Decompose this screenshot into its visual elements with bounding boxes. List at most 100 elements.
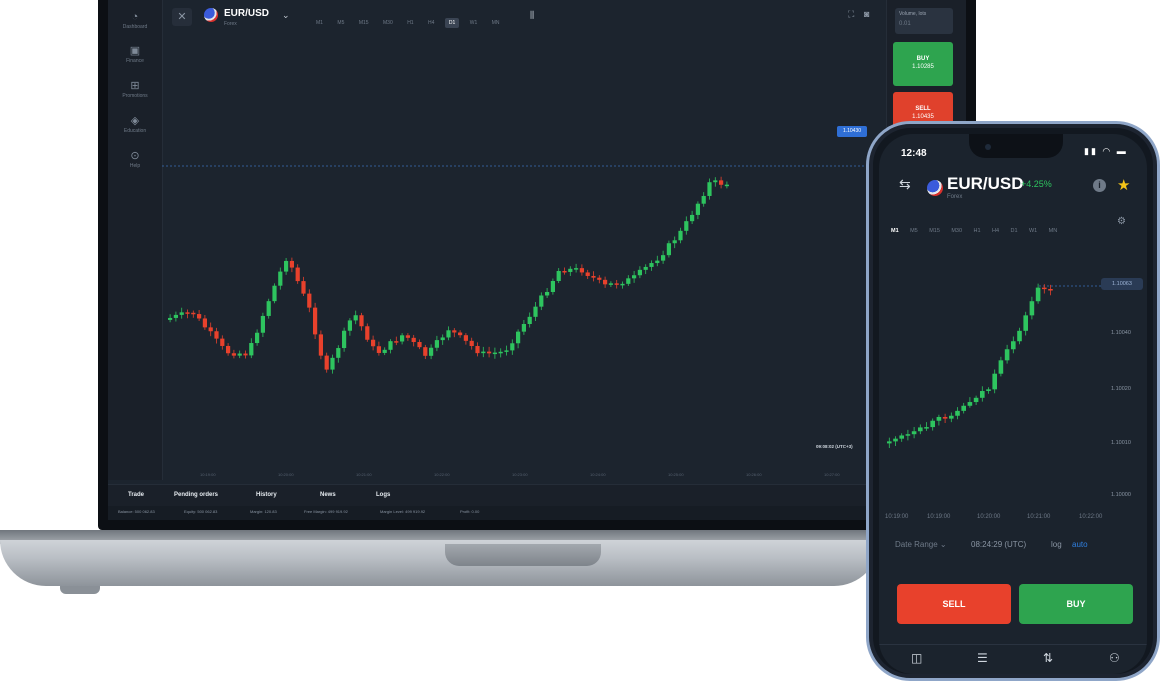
candle-body	[440, 337, 445, 341]
timeframe-h4[interactable]: H4	[992, 228, 999, 234]
candle-body	[603, 279, 608, 285]
nav-item-dashboard[interactable]: ◔ Dashboard	[108, 10, 162, 30]
profile-icon[interactable]: ⚇	[1109, 651, 1120, 665]
nav-item-help[interactable]: ⊙ Help	[108, 149, 162, 169]
candle-body	[173, 314, 178, 318]
timeframe-d1[interactable]: D1	[1010, 228, 1017, 234]
candle-body	[388, 341, 393, 350]
timeframe-w1[interactable]: W1	[466, 18, 482, 28]
timeframe-h1[interactable]: H1	[974, 228, 981, 234]
candle-body	[463, 335, 468, 341]
candle-body	[626, 278, 631, 284]
orders-icon[interactable]: ☰	[977, 651, 988, 665]
volume-field[interactable]: Volume, lots 0.01	[895, 8, 953, 34]
laptop-screen-bezel: ◔ Dashboard ▣ Finance ⊞ Promotions ◈ Edu…	[98, 0, 976, 530]
signal-wifi-battery-icon: ▮▮ ◠ ▬	[1084, 146, 1128, 156]
nav-label: Help	[129, 163, 141, 169]
close-chart-button[interactable]: ✕	[172, 8, 192, 26]
tab-pending-orders[interactable]: Pending orders	[174, 492, 218, 498]
chart-clock: 08:24:29 (UTC)	[971, 540, 1027, 549]
candle-body	[672, 240, 677, 244]
timeframe-m1[interactable]: M1	[312, 18, 327, 28]
candle-body	[936, 416, 942, 421]
dashboard-icon: ◔	[131, 11, 139, 23]
candle-body	[394, 341, 399, 343]
price-axis-label: 1.10040	[1111, 330, 1131, 336]
nav-item-promotions[interactable]: ⊞ Promotions	[108, 79, 162, 99]
timeframe-m1[interactable]: M1	[891, 228, 899, 234]
buy-button[interactable]: BUY 1.10285	[893, 42, 953, 86]
timeframe-mn[interactable]: MN	[1049, 228, 1058, 234]
timeframe-selector: M1 M5 M15 M30 H1 H4 D1 W1 MN	[891, 219, 1141, 237]
candle-body	[949, 415, 954, 419]
log-toggle[interactable]: log	[1051, 540, 1062, 549]
promotions-icon: ⊞	[130, 80, 140, 92]
candle-body	[260, 315, 265, 333]
profit: Profit: 0.00	[460, 509, 480, 514]
tab-history[interactable]: History	[256, 492, 277, 498]
timeframe-h1[interactable]: H1	[403, 18, 417, 28]
price-axis-label: 1.10020	[1111, 386, 1131, 392]
timeframe-m30[interactable]: M30	[951, 228, 962, 234]
auto-toggle[interactable]: auto	[1072, 540, 1088, 549]
tab-trade[interactable]: Trade	[128, 492, 144, 498]
timeframe-d1[interactable]: D1	[444, 18, 460, 28]
pair-name[interactable]: EUR/USD	[224, 8, 269, 19]
trade-icon[interactable]: ⇅	[1043, 651, 1053, 665]
candle-body	[284, 260, 289, 272]
account-status-bar: Balance: 500 062.83 Equity: 500 062.83 M…	[108, 506, 966, 520]
swap-icon[interactable]: ⇆	[899, 176, 911, 193]
sell-button[interactable]: SELL	[897, 584, 1011, 624]
candle-body	[487, 351, 492, 354]
candle-body	[533, 306, 538, 317]
laptop-thumb-notch	[445, 544, 601, 566]
equity: Equity: 500 062.83	[184, 509, 218, 514]
price-change: +4.25%	[1021, 179, 1052, 189]
timeframe-mn[interactable]: MN	[488, 18, 504, 28]
nav-item-finance[interactable]: ▣ Finance	[108, 44, 162, 64]
time-tick: 10:24:00	[590, 472, 606, 477]
candle-body	[637, 269, 642, 276]
pair-name[interactable]: EUR/USD	[947, 174, 1024, 194]
candle-body	[458, 332, 463, 336]
candle-body	[661, 255, 666, 261]
chart-icon[interactable]: ◫	[911, 651, 922, 665]
timeframe-w1[interactable]: W1	[1029, 228, 1037, 234]
timeframe-m15[interactable]: M15	[929, 228, 940, 234]
tab-news[interactable]: News	[320, 492, 336, 498]
candle-body	[942, 416, 948, 419]
candle-body	[924, 427, 929, 429]
timeframe-m30[interactable]: M30	[379, 18, 397, 28]
chevron-down-icon[interactable]: ⌄	[282, 10, 290, 21]
time-tick: 10:21:00	[1027, 514, 1051, 520]
candle-body	[655, 260, 660, 264]
info-icon[interactable]: i	[1093, 179, 1106, 192]
candle-body	[568, 268, 573, 272]
candle-body	[550, 280, 555, 292]
candle-body	[690, 214, 695, 222]
candle-body	[585, 272, 590, 276]
current-price-tag: 1.10430	[837, 126, 867, 137]
price-chart[interactable]: 1.10600 1.10400 1.10200 09:08:02 (UTC+3)…	[162, 34, 917, 500]
candle-body	[231, 353, 236, 356]
candles-icon[interactable]: ⫼	[530, 10, 534, 21]
candle-body	[539, 295, 544, 307]
expand-icon[interactable]: ⛶	[848, 9, 854, 20]
education-icon: ◈	[130, 115, 140, 127]
timeframe-h4[interactable]: H4	[424, 18, 438, 28]
tab-logs[interactable]: Logs	[376, 492, 390, 498]
candle-body	[545, 291, 550, 296]
star-icon[interactable]: ★	[1117, 176, 1130, 194]
timeframe-m15[interactable]: M15	[355, 18, 373, 28]
timeframe-m5[interactable]: M5	[910, 228, 918, 234]
timeframe-m5[interactable]: M5	[333, 18, 348, 28]
candle-body	[347, 320, 352, 331]
buy-button[interactable]: BUY	[1019, 584, 1133, 624]
nav-item-education[interactable]: ◈ Education	[108, 114, 162, 134]
candle-body	[574, 268, 579, 270]
date-range-dropdown[interactable]: Date Range ⌄	[895, 540, 947, 549]
candle-body	[272, 285, 277, 302]
candle-body	[220, 338, 225, 346]
camera-icon[interactable]: ◙	[864, 9, 869, 19]
chart-settings-icon[interactable]: ⚙	[1117, 216, 1126, 227]
